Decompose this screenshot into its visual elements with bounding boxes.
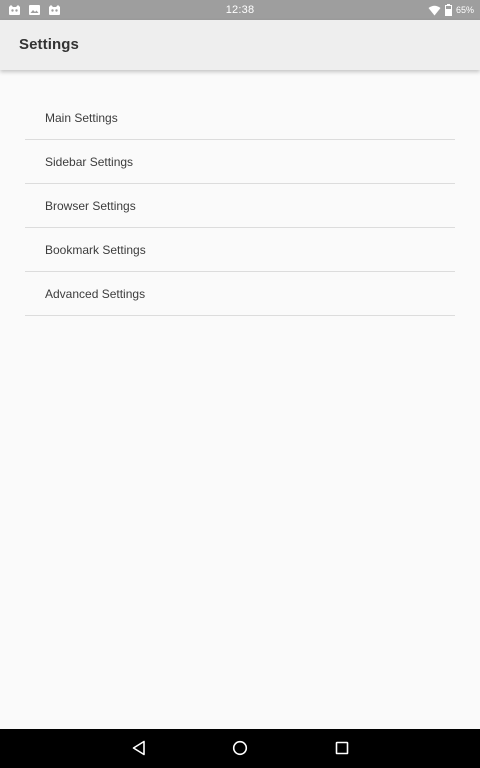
recents-icon[interactable] (333, 739, 351, 757)
wifi-icon (428, 5, 441, 15)
settings-list: Main Settings Sidebar Settings Browser S… (25, 96, 455, 316)
battery-icon (444, 4, 452, 16)
back-icon[interactable] (130, 739, 148, 757)
settings-item-advanced[interactable]: Advanced Settings (25, 272, 455, 316)
app-bar: Settings (0, 20, 480, 70)
settings-item-browser[interactable]: Browser Settings (25, 184, 455, 228)
settings-item-label: Browser Settings (45, 199, 136, 213)
system-indicators: 65% (428, 3, 474, 17)
status-time: 12:38 (225, 4, 255, 16)
settings-item-label: Sidebar Settings (45, 155, 134, 169)
settings-item-label: Main Settings (45, 111, 118, 125)
navigation-bar (0, 729, 480, 768)
home-icon[interactable] (231, 739, 249, 757)
settings-item-label: Advanced Settings (45, 287, 146, 301)
settings-item-bookmark[interactable]: Bookmark Settings (25, 228, 455, 272)
settings-item-main[interactable]: Main Settings (25, 96, 455, 140)
page-title: Settings (19, 36, 79, 53)
settings-item-label: Bookmark Settings (45, 243, 146, 257)
screen: 12:38 65% Settings Main Settings Sidebar… (0, 0, 480, 768)
settings-item-sidebar[interactable]: Sidebar Settings (25, 140, 455, 184)
battery-percent: 65% (455, 5, 474, 15)
status-bar: 12:38 65% (0, 0, 480, 20)
